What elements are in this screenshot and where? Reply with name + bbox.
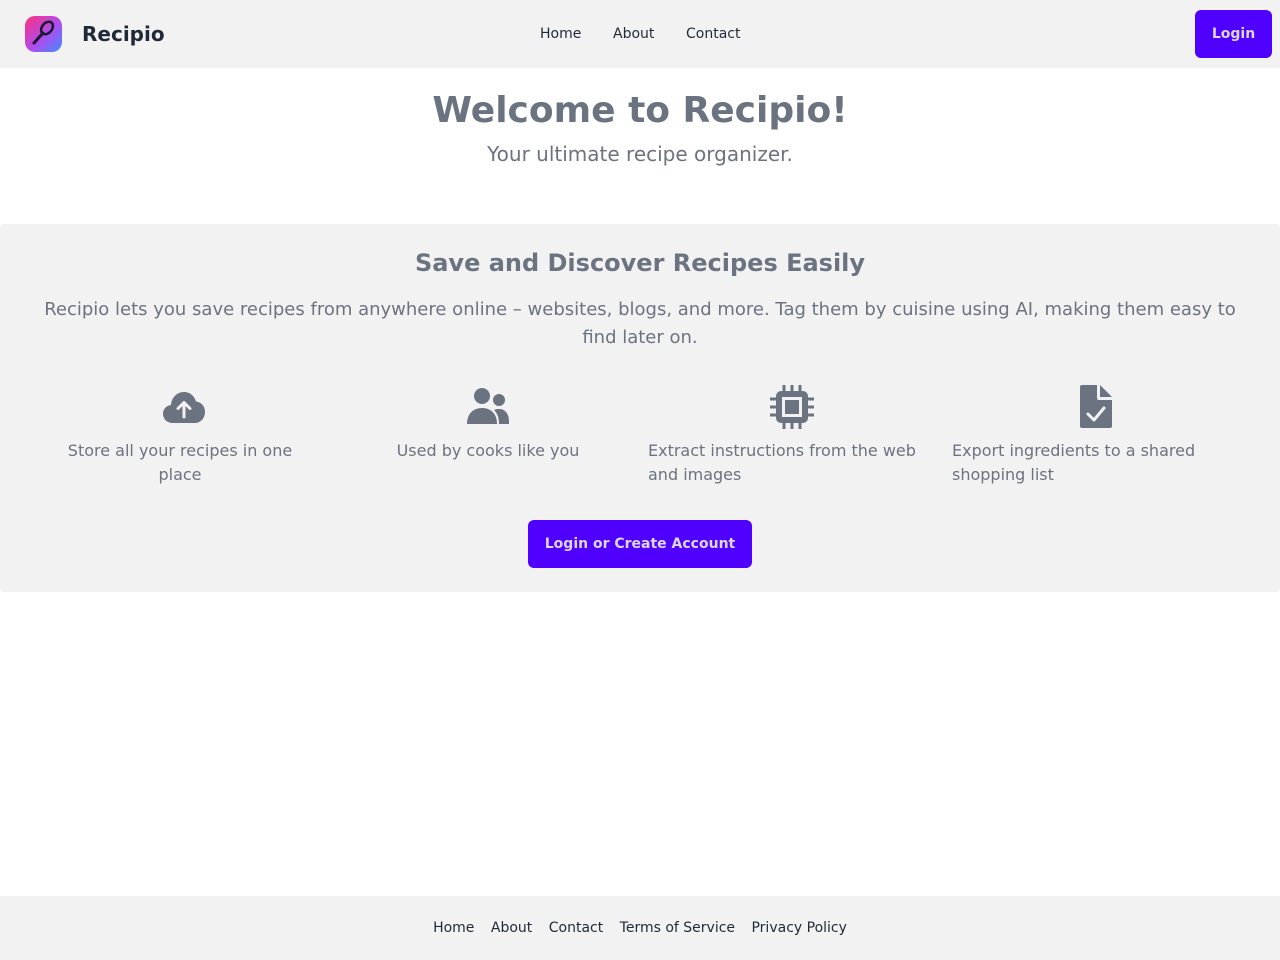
footer-contact-link[interactable]: Contact	[549, 920, 603, 936]
hero-title: Welcome to Recipio!	[432, 90, 848, 131]
features-section: Save and Discover Recipes Easily Recipio…	[0, 224, 1280, 592]
hero-subtitle: Your ultimate recipe organizer.	[487, 142, 793, 166]
footer-privacy-link[interactable]: Privacy Policy	[751, 920, 846, 936]
footer-home-link[interactable]: Home	[433, 920, 474, 936]
cloud-upload-icon	[161, 384, 207, 430]
top-navbar: Recipio Home About Contact Login	[0, 0, 1280, 68]
footer-terms-link[interactable]: Terms of Service	[620, 920, 735, 936]
features-description: Recipio lets you save recipes from anywh…	[44, 299, 1236, 348]
login-or-create-account-button[interactable]: Login or Create Account	[528, 520, 752, 568]
footer: Home About Contact Terms of Service Priv…	[0, 896, 1280, 960]
users-icon	[465, 384, 511, 430]
feature-text: Export ingredients to a shared shopping …	[952, 441, 1196, 484]
footer-about-link[interactable]: About	[491, 920, 532, 936]
footer-links: Home About Contact Terms of Service Priv…	[0, 918, 1280, 938]
brand-name[interactable]: Recipio	[82, 21, 165, 47]
nav-contact-link[interactable]: Contact	[686, 24, 740, 44]
nav-home-link[interactable]: Home	[540, 24, 581, 44]
feature-text: Used by cooks like you	[396, 441, 580, 460]
whisk-icon[interactable]	[25, 16, 62, 52]
features-title: Save and Discover Recipes Easily	[414, 249, 866, 277]
feature-text: Extract instructions from the web and im…	[648, 441, 916, 484]
nav-about-link[interactable]: About	[613, 24, 654, 44]
login-button[interactable]: Login	[1195, 10, 1272, 58]
feature-text: Store all your recipes in one place	[67, 441, 293, 484]
file-check-icon	[1073, 384, 1119, 430]
chip-icon	[769, 384, 815, 430]
